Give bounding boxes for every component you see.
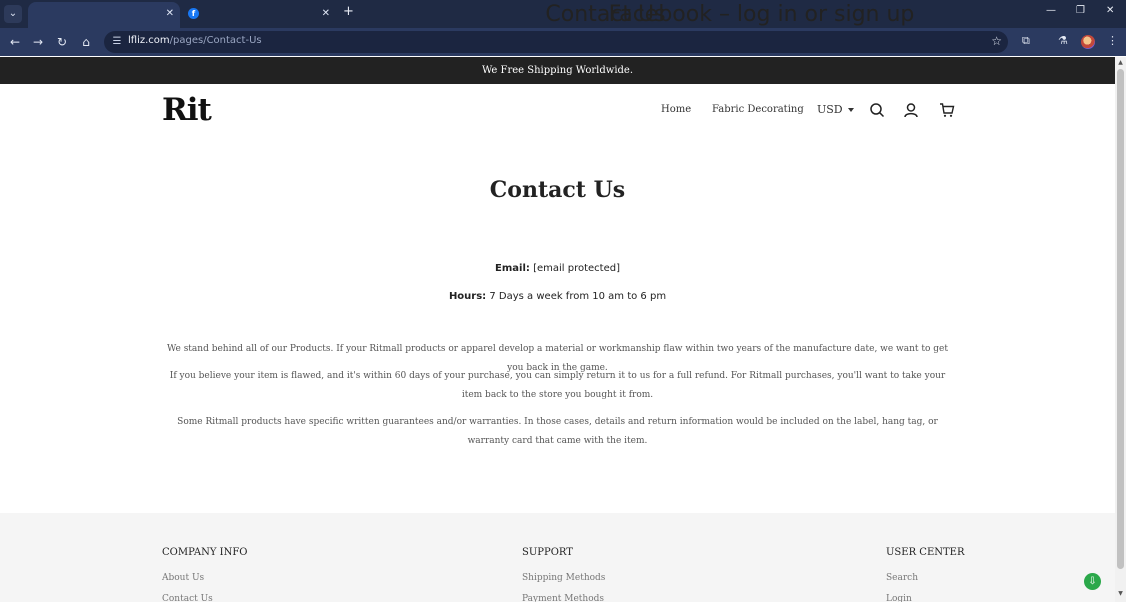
refund-paragraph: If you believe your item is flawed, and …	[169, 371, 946, 400]
footer-link-shipping-methods[interactable]: Shipping Methods	[522, 573, 605, 583]
browser-tab-strip: ⌄ Contact Us ✕ f Facebook – log in or si…	[0, 0, 1126, 28]
caret-down-icon	[847, 108, 854, 112]
nav-fabric-decorating[interactable]: Fabric Decorating	[712, 104, 804, 115]
email-label: Email:	[495, 263, 530, 274]
tab-search-icon[interactable]: ⌄	[4, 5, 22, 23]
bookmark-star-icon[interactable]: ☆	[991, 34, 1002, 48]
cart-icon[interactable]	[939, 102, 955, 118]
address-bar[interactable]: ☰ lfliz.com/pages/Contact-Us ☆	[104, 31, 1008, 53]
footer-link-payment-methods[interactable]: Payment Methods	[522, 594, 604, 602]
new-tab-icon[interactable]: +	[343, 4, 354, 19]
footer-link-search[interactable]: Search	[886, 573, 918, 583]
chat-widget-icon[interactable]: ⇩	[1084, 573, 1101, 590]
close-icon[interactable]: ✕	[166, 2, 174, 26]
menu-kebab-icon[interactable]: ⋮	[1107, 34, 1118, 47]
search-icon[interactable]	[869, 102, 885, 118]
scroll-down-icon[interactable]: ▼	[1117, 590, 1124, 597]
hours-label: Hours:	[448, 291, 487, 302]
extensions-icon[interactable]: ⧉	[1022, 34, 1030, 48]
nav-home[interactable]: Home	[661, 104, 691, 115]
back-icon[interactable]: ←	[6, 33, 24, 51]
minimize-icon[interactable]: —	[1046, 5, 1056, 16]
footer-heading-support: SUPPORT	[522, 547, 573, 558]
home-icon[interactable]: ⌂	[77, 33, 95, 51]
contact-hours: Hours: 7 Days a week from 10 am to 6 pm	[0, 291, 1115, 302]
labs-flask-icon[interactable]: ⚗	[1058, 34, 1068, 47]
site-footer: COMPANY INFO About Us Contact Us SUPPORT…	[0, 513, 1115, 602]
footer-heading-user-center: USER CENTER	[886, 547, 965, 558]
forward-icon[interactable]: →	[29, 33, 47, 51]
profile-avatar[interactable]	[1081, 35, 1095, 49]
account-icon[interactable]	[903, 102, 919, 118]
web-page: We Free Shipping Worldwide. Rit Home Fab…	[0, 57, 1115, 602]
browser-toolbar: ← → ↻ ⌂ ☰ lfliz.com/pages/Contact-Us ☆ ⧉…	[0, 28, 1126, 56]
hours-value: 7 Days a week from 10 am to 6 pm	[489, 291, 667, 302]
site-settings-icon[interactable]: ☰	[110, 35, 124, 49]
page-title: Contact Us	[489, 177, 626, 203]
tab-facebook[interactable]: f Facebook – log in or sign up ✕	[184, 2, 914, 28]
close-icon[interactable]: ✕	[322, 2, 330, 26]
reload-icon[interactable]: ↻	[53, 33, 71, 51]
announcement-bar: We Free Shipping Worldwide.	[0, 57, 1115, 84]
footer-link-about-us[interactable]: About Us	[162, 573, 204, 583]
contact-email: Email: [email protected]	[0, 263, 1115, 274]
footer-link-contact-us[interactable]: Contact Us	[162, 594, 213, 602]
scroll-up-icon[interactable]: ▲	[1117, 59, 1124, 66]
scroll-thumb[interactable]	[1117, 69, 1124, 569]
email-value[interactable]: [email protected]	[533, 263, 620, 274]
currency-selector[interactable]: USD	[817, 103, 854, 116]
currency-value: USD	[817, 103, 843, 116]
footer-link-login[interactable]: Login	[886, 594, 912, 602]
facebook-icon: f	[188, 8, 199, 19]
site-logo[interactable]: Rit	[162, 93, 212, 127]
close-window-icon[interactable]: ✕	[1106, 5, 1114, 16]
page-scrollbar[interactable]: ▲ ▼	[1115, 57, 1126, 602]
warranty-paragraph: Some Ritmall products have specific writ…	[177, 417, 938, 446]
tab-contact-us[interactable]: Contact Us ✕	[28, 2, 666, 28]
footer-heading-company-info: COMPANY INFO	[162, 547, 248, 558]
url-text[interactable]: lfliz.com/pages/Contact-Us	[128, 35, 262, 46]
restore-icon[interactable]: ❐	[1076, 5, 1085, 16]
